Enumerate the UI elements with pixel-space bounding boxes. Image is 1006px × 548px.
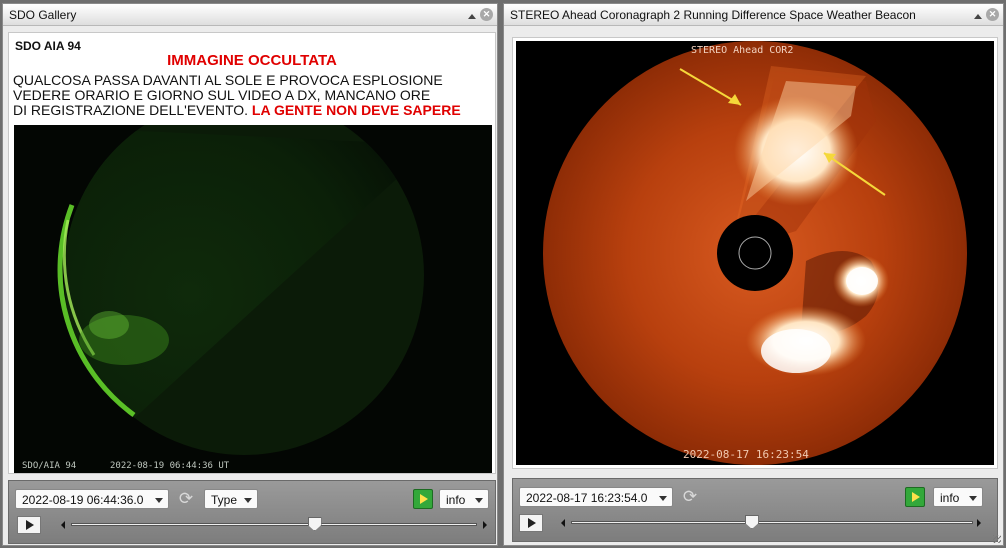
stereo-cor2-image: STEREO Ahead COR2 2022-08-17 16:23:54 [516, 41, 994, 465]
sdo-image-timestamp: 2022-08-19 06:44:36 UT [110, 461, 230, 471]
sdo-date-select[interactable]: 2022-08-19 06:44:36.0 [15, 489, 169, 509]
close-icon[interactable]: ✕ [480, 8, 493, 21]
sdo-date-value: 2022-08-19 06:44:36.0 [22, 493, 144, 507]
movie-icon[interactable] [413, 489, 433, 509]
caption-text: QUALCOSA PASSA DAVANTI AL SOLE E PROVOCA… [13, 73, 491, 118]
slider-left-arrow-icon[interactable] [61, 521, 65, 529]
chevron-down-icon [475, 498, 483, 503]
slider-right-arrow-icon[interactable] [977, 519, 981, 527]
movie-icon[interactable] [905, 487, 925, 507]
sdo-info-value: info [446, 493, 466, 507]
chevron-down-icon [969, 496, 977, 501]
sdo-image-container: SDO AIA 94 IMMAGINE OCCULTATA QUALCOSA P… [8, 32, 496, 474]
sdo-controls: 2022-08-19 06:44:36.0 ⟳ Type info [8, 480, 496, 544]
stereo-date-select[interactable]: 2022-08-17 16:23:54.0 [519, 487, 673, 507]
type-select[interactable]: Type [204, 489, 258, 509]
collapse-icon[interactable] [468, 13, 476, 19]
stereo-slider-thumb[interactable] [744, 515, 759, 529]
chevron-down-icon [244, 498, 252, 503]
sdo-image-subtitle: SDO AIA 94 [15, 39, 81, 53]
sdo-slider-thumb[interactable] [307, 517, 322, 531]
close-icon[interactable]: ✕ [986, 8, 999, 21]
sdo-time-slider[interactable] [71, 523, 477, 526]
stereo-date-value: 2022-08-17 16:23:54.0 [526, 491, 648, 505]
stereo-image-label: STEREO Ahead COR2 [691, 45, 793, 56]
slider-right-arrow-icon[interactable] [483, 521, 487, 529]
caption-heading: IMMAGINE OCCULTATA [167, 52, 337, 69]
sdo-image-label: SDO/AIA 94 [22, 461, 76, 471]
play-icon [26, 520, 34, 530]
collapse-icon[interactable] [974, 13, 982, 19]
slider-left-arrow-icon[interactable] [561, 519, 565, 527]
resize-grip[interactable] [993, 535, 1001, 543]
chevron-down-icon [155, 498, 163, 503]
stereo-coronagraph-graphic: STEREO Ahead COR2 2022-08-17 16:23:54 [543, 41, 967, 465]
chevron-down-icon [659, 496, 667, 501]
stereo-image-timestamp: 2022-08-17 16:23:54 [683, 448, 809, 461]
caption-line: VEDERE ORARIO E GIORNO SUL VIDEO A DX, M… [13, 87, 431, 103]
sdo-info-select[interactable]: info [439, 489, 489, 509]
play-icon [528, 518, 536, 528]
refresh-icon[interactable]: ⟳ [177, 490, 195, 508]
stereo-image-container: STEREO Ahead COR2 2022-08-17 16:23:54 [512, 37, 998, 469]
caption-line: DI REGISTRAZIONE DELL'EVENTO. [13, 102, 249, 118]
refresh-icon[interactable]: ⟳ [681, 488, 699, 506]
type-select-value: Type [211, 493, 238, 507]
stereo-panel-title: STEREO Ahead Coronagraph 2 Running Diffe… [510, 8, 916, 22]
stereo-info-select[interactable]: info [933, 487, 983, 507]
sdo-aia-94-image: SDO/AIA 94 2022-08-19 06:44:36 UT [14, 125, 492, 473]
sdo-play-button[interactable] [17, 516, 41, 534]
stereo-controls: 2022-08-17 16:23:54.0 ⟳ info [512, 478, 998, 542]
caption-line: QUALCOSA PASSA DAVANTI AL SOLE E PROVOCA… [13, 72, 443, 88]
stereo-time-slider[interactable] [571, 521, 973, 524]
sdo-panel-title: SDO Gallery [9, 8, 77, 22]
stereo-info-value: info [940, 491, 960, 505]
stereo-panel-titlebar[interactable]: STEREO Ahead Coronagraph 2 Running Diffe… [504, 4, 1003, 26]
sdo-gallery-panel: SDO Gallery ✕ SDO AIA 94 IMMAGINE OCCULT… [2, 3, 498, 546]
caption-red-text: LA GENTE NON DEVE SAPERE [251, 102, 461, 118]
stereo-play-button[interactable] [519, 514, 543, 532]
sdo-panel-titlebar[interactable]: SDO Gallery ✕ [3, 4, 497, 26]
sdo-sun-graphic: SDO/AIA 94 2022-08-19 06:44:36 UT [22, 125, 424, 471]
stereo-panel: STEREO Ahead Coronagraph 2 Running Diffe… [503, 3, 1004, 546]
